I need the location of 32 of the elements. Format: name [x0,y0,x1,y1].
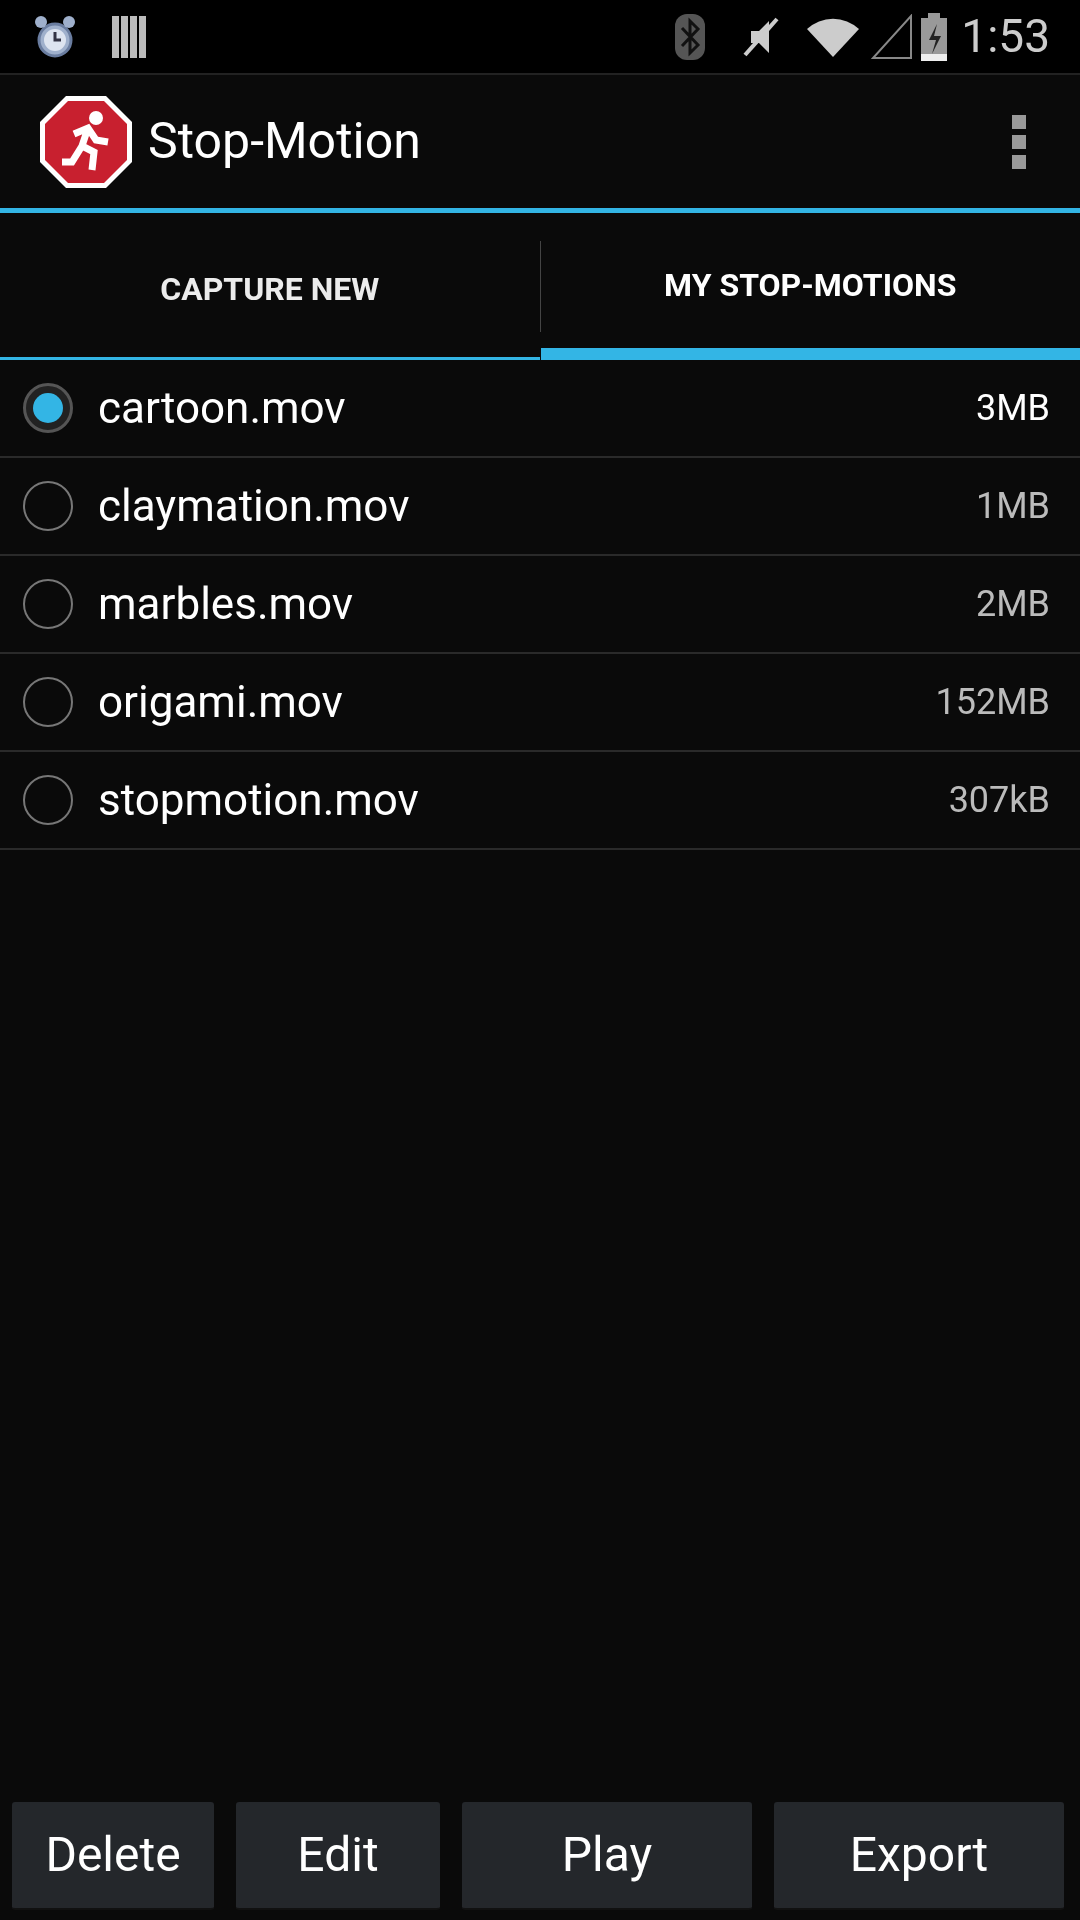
file-name: stopmotion.mov [98,773,420,828]
file-row[interactable]: marbles.mov 2MB [0,556,1080,654]
file-size: 2MB [975,582,1050,627]
action-button[interactable]: Play [462,1802,752,1910]
action-button[interactable]: Export [774,1802,1064,1910]
action-button[interactable]: Delete [12,1802,214,1910]
tab[interactable]: CAPTURE NEW [0,213,540,357]
file-name: marbles.mov [98,577,355,632]
file-size: 307kB [948,778,1050,823]
bluetooth-icon [674,12,707,61]
signal-icon [871,13,914,60]
radio-button[interactable] [23,383,73,433]
radio-button[interactable] [23,677,73,727]
status-time: 1:53 [961,8,1050,65]
file-row[interactable]: cartoon.mov 3MB [0,360,1080,458]
file-size: 152MB [935,680,1050,725]
tab[interactable]: MY STOP-MOTIONS [540,213,1080,348]
radio-button[interactable] [23,481,73,531]
file-name: claymation.mov [98,479,411,534]
app-title: Stop-Motion [148,111,421,172]
file-row[interactable]: claymation.mov 1MB [0,458,1080,556]
radio-button[interactable] [23,775,73,825]
file-name: origami.mov [98,675,344,730]
app-logo-icon [38,93,134,190]
file-name: cartoon.mov [98,381,347,436]
battery-icon [919,11,950,62]
action-button[interactable]: Edit [236,1802,440,1910]
file-size: 3MB [975,386,1050,431]
radio-button[interactable] [23,579,73,629]
file-size: 1MB [975,484,1050,529]
file-row[interactable]: stopmotion.mov 307kB [0,752,1080,850]
file-row[interactable]: origami.mov 152MB [0,654,1080,752]
